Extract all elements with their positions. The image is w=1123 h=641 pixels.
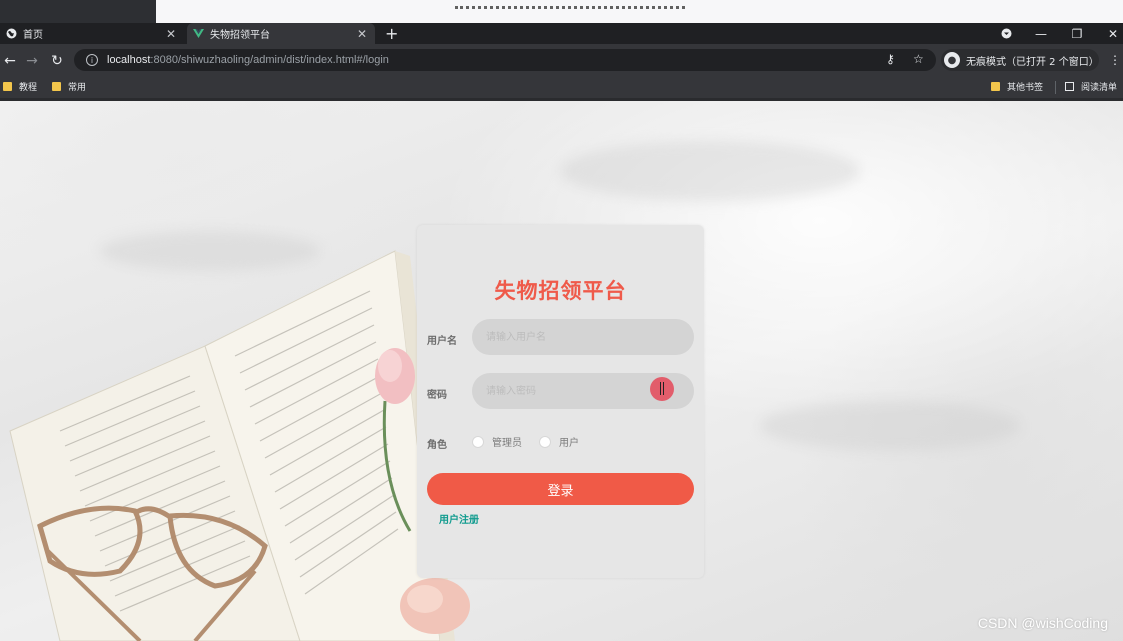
bookmark-divider <box>1055 81 1056 94</box>
background-window-text-fragment <box>455 0 685 9</box>
address-host: localhost <box>107 54 151 66</box>
tab-search-icon[interactable] <box>989 23 1023 44</box>
reading-list-icon <box>1065 82 1074 91</box>
bookmark-folder-tutorial[interactable]: 教程 <box>3 80 37 93</box>
reload-icon[interactable]: ↻ <box>47 51 67 71</box>
role-option-admin-label: 管理员 <box>492 438 522 449</box>
incognito-icon: ● <box>944 52 960 68</box>
globe-icon <box>6 28 17 39</box>
text-cursor-icon <box>660 382 664 395</box>
login-card: 失物招领平台 用户名 密码 角色 管理员 用户 登录 用户注册 <box>417 225 704 578</box>
close-icon[interactable]: ✕ <box>355 27 369 41</box>
more-menu-icon[interactable]: ⋮ <box>1109 53 1121 67</box>
close-window-icon[interactable]: ✕ <box>1096 23 1123 44</box>
bookmark-label: 常用 <box>68 83 87 93</box>
role-radio-admin[interactable] <box>472 435 484 448</box>
username-label: 用户名 <box>427 336 457 347</box>
folder-icon <box>52 82 61 91</box>
background-window-dark-area <box>0 0 156 23</box>
bookmark-label: 阅读清单 <box>1081 83 1118 93</box>
info-icon[interactable]: i <box>86 54 98 66</box>
tab-home-label: 首页 <box>23 30 43 41</box>
watermark: CSDN @wishCoding <box>977 615 1108 631</box>
address-url[interactable]: localhost:8080/shiwuzhaoling/admin/dist/… <box>107 54 389 66</box>
bookmark-other[interactable]: 其他书签 <box>991 80 1043 93</box>
background-window-strip <box>0 0 1123 23</box>
back-icon[interactable]: ← <box>0 51 20 71</box>
bookmark-folder-common[interactable]: 常用 <box>52 80 86 93</box>
folder-icon <box>991 82 1000 91</box>
restore-icon[interactable]: ❐ <box>1060 23 1094 44</box>
register-link[interactable]: 用户注册 <box>439 511 479 526</box>
close-icon[interactable]: ✕ <box>164 27 178 41</box>
role-radio-group: 管理员 用户 <box>472 434 579 449</box>
folder-icon <box>3 82 12 91</box>
tab-lost-found-label: 失物招领平台 <box>210 30 270 41</box>
star-icon[interactable]: ☆ <box>913 52 924 66</box>
incognito-label: 无痕模式（已打开 2 个窗口） <box>966 56 1099 68</box>
vue-icon <box>193 28 204 39</box>
login-button[interactable]: 登录 <box>427 473 694 505</box>
incognito-indicator[interactable]: ● 无痕模式（已打开 2 个窗口） <box>941 49 1099 71</box>
forward-icon[interactable]: → <box>22 51 42 71</box>
login-title: 失物招领平台 <box>494 279 627 303</box>
password-label: 密码 <box>427 390 447 401</box>
background-fold <box>760 401 1020 451</box>
role-radio-user[interactable] <box>539 435 551 448</box>
reading-list[interactable]: 阅读清单 <box>1065 80 1117 93</box>
tab-home[interactable]: 首页 ✕ <box>0 23 184 44</box>
browser-toolbar: ← → ↻ i localhost:8080/shiwuzhaoling/adm… <box>0 44 1123 77</box>
new-tab-button[interactable]: + <box>385 24 398 43</box>
tab-bar: 首页 ✕ 失物招领平台 ✕ + — ❐ ✕ <box>0 23 1123 44</box>
address-bar[interactable]: i localhost:8080/shiwuzhaoling/admin/dis… <box>74 49 936 71</box>
tab-lost-found[interactable]: 失物招领平台 ✕ <box>187 23 375 44</box>
bookmark-label: 教程 <box>19 83 38 93</box>
address-path: :8080/shiwuzhaoling/admin/dist/index.htm… <box>150 54 389 66</box>
minimize-icon[interactable]: — <box>1024 23 1058 44</box>
username-input[interactable] <box>472 319 694 355</box>
bookmark-bar: 教程 常用 其他书签 阅读清单 <box>0 77 1123 101</box>
login-page: 失物招领平台 用户名 密码 角色 管理员 用户 登录 用户注册 CSDN @wi… <box>0 101 1123 641</box>
key-icon[interactable]: ⚷ <box>886 52 895 66</box>
bookmark-label: 其他书签 <box>1007 83 1044 93</box>
role-label: 角色 <box>427 440 447 451</box>
role-option-user-label: 用户 <box>559 438 579 449</box>
